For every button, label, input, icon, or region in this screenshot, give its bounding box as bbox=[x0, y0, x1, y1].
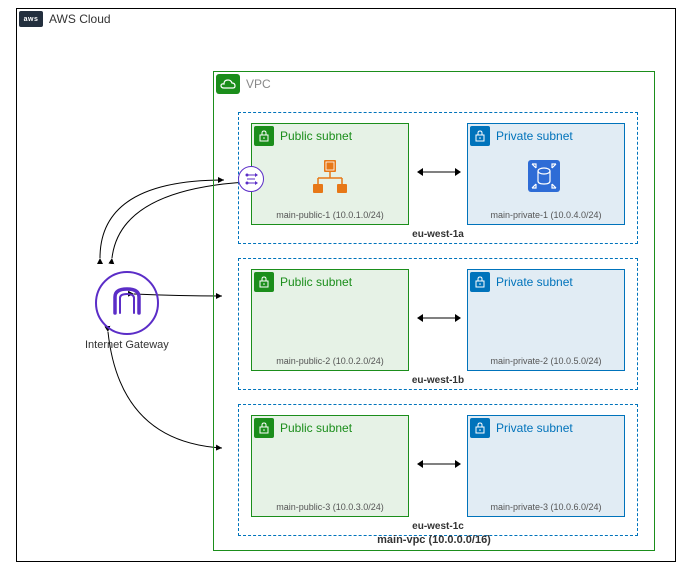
vpc-header: VPC bbox=[214, 72, 654, 94]
bidir-arrow-icon bbox=[417, 165, 461, 179]
aws-logo-icon: aws bbox=[19, 11, 43, 27]
autoscaling-icon bbox=[312, 158, 348, 194]
az-name: eu-west-1c bbox=[239, 521, 637, 532]
lock-icon bbox=[254, 126, 274, 146]
lock-icon bbox=[470, 272, 490, 292]
private-subnet-label: Private subnet bbox=[496, 129, 573, 143]
internet-gateway-label: Internet Gateway bbox=[85, 339, 169, 351]
aws-cloud-header: aws AWS Cloud bbox=[17, 9, 675, 27]
private-subnet-cidr: main-private-3 (10.0.6.0/24) bbox=[468, 502, 624, 512]
private-subnet-cidr: main-private-1 (10.0.4.0/24) bbox=[468, 210, 624, 220]
vpc-label: VPC bbox=[246, 77, 271, 91]
private-subnet-1: Private subnet main-private-1 (10.0.4.0/… bbox=[467, 123, 625, 225]
public-subnet-cidr: main-public-3 (10.0.3.0/24) bbox=[252, 502, 408, 512]
az-name: eu-west-1b bbox=[239, 375, 637, 386]
private-subnet-label: Private subnet bbox=[496, 275, 573, 289]
vpc-container: VPC Public subnet bbox=[213, 71, 655, 551]
aws-cloud-label: AWS Cloud bbox=[49, 12, 111, 26]
aws-cloud-container: aws AWS Cloud Internet Gateway VPC bbox=[16, 8, 676, 562]
lock-icon bbox=[254, 272, 274, 292]
bidir-arrow-icon bbox=[417, 457, 461, 471]
lock-icon bbox=[470, 126, 490, 146]
vpc-name: main-vpc (10.0.0.0/16) bbox=[214, 534, 654, 546]
route-table-icon bbox=[238, 166, 264, 192]
availability-zone-2: Public subnet main-public-2 (10.0.2.0/24… bbox=[238, 258, 638, 390]
vpc-icon bbox=[216, 74, 240, 94]
private-subnet-label: Private subnet bbox=[496, 421, 573, 435]
lock-icon bbox=[470, 418, 490, 438]
public-subnet-cidr: main-public-2 (10.0.2.0/24) bbox=[252, 356, 408, 366]
az-name: eu-west-1a bbox=[239, 229, 637, 240]
public-subnet-1: Public subnet bbox=[251, 123, 409, 225]
private-subnet-3: Private subnet main-private-3 (10.0.6.0/… bbox=[467, 415, 625, 517]
rds-icon bbox=[528, 160, 560, 192]
availability-zone-1: Public subnet bbox=[238, 112, 638, 244]
public-subnet-3: Public subnet main-public-3 (10.0.3.0/24… bbox=[251, 415, 409, 517]
availability-zone-3: Public subnet main-public-3 (10.0.3.0/24… bbox=[238, 404, 638, 536]
internet-gateway-icon bbox=[95, 271, 159, 335]
public-subnet-label: Public subnet bbox=[280, 129, 352, 143]
public-subnet-label: Public subnet bbox=[280, 275, 352, 289]
bidir-arrow-icon bbox=[417, 311, 461, 325]
internet-gateway: Internet Gateway bbox=[85, 271, 169, 351]
private-subnet-2: Private subnet main-private-2 (10.0.5.0/… bbox=[467, 269, 625, 371]
lock-icon bbox=[254, 418, 274, 438]
private-subnet-cidr: main-private-2 (10.0.5.0/24) bbox=[468, 356, 624, 366]
public-subnet-2: Public subnet main-public-2 (10.0.2.0/24… bbox=[251, 269, 409, 371]
public-subnet-label: Public subnet bbox=[280, 421, 352, 435]
public-subnet-cidr: main-public-1 (10.0.1.0/24) bbox=[252, 210, 408, 220]
